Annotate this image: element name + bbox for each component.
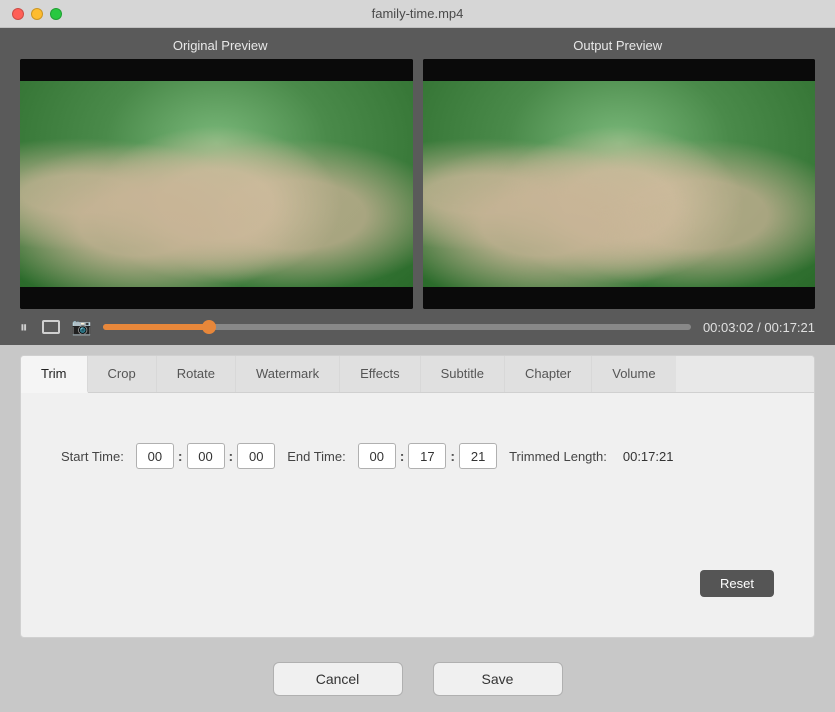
tab-crop[interactable]: Crop [88,356,157,392]
close-button[interactable] [12,8,24,20]
trimmed-length-value: 00:17:21 [623,449,674,464]
progress-bar[interactable] [103,324,691,330]
original-video-content [20,81,413,287]
time-controls: Start Time: : : End Time: : : [61,443,774,469]
tabs-row: Trim Crop Rotate Watermark Effects Subti… [21,356,814,393]
sep1: : [178,448,183,464]
preview-labels: Original Preview Output Preview [20,38,815,59]
tab-effects[interactable]: Effects [340,356,421,392]
progress-thumb[interactable] [202,320,216,334]
controls-bar: ⏸ 📷 00:03:02 / 00:17:21 [0,309,835,345]
family-overlay-out [423,81,816,287]
screenshot-button[interactable]: 📷 [72,317,92,337]
titlebar: family-time.mp4 [0,0,835,28]
output-video-content [423,81,816,287]
reset-row: Reset [61,570,774,607]
pause-button[interactable]: ⏸ [20,319,30,336]
window-title: family-time.mp4 [372,6,464,21]
maximize-button[interactable] [50,8,62,20]
tab-trim[interactable]: Trim [21,356,88,393]
sep3: : [400,448,405,464]
start-sec-input[interactable] [237,443,275,469]
tab-watermark[interactable]: Watermark [236,356,340,392]
output-video-panel [423,59,816,309]
cancel-button[interactable]: Cancel [273,662,403,696]
time-display: 00:03:02 / 00:17:21 [703,320,815,335]
end-time-label: End Time: [287,449,346,464]
end-time-fields: : : [358,443,497,469]
video-bottom-bar-out [423,287,816,309]
trimmed-length-label: Trimmed Length: [509,449,607,464]
tab-subtitle[interactable]: Subtitle [421,356,505,392]
video-top-bar-out [423,59,816,81]
sep2: : [229,448,234,464]
end-min-input[interactable] [408,443,446,469]
preview-videos [20,59,815,309]
start-min-input[interactable] [187,443,225,469]
editor-area: Trim Crop Rotate Watermark Effects Subti… [20,355,815,638]
minimize-button[interactable] [31,8,43,20]
frame-button[interactable] [42,320,60,334]
trim-tab-content: Start Time: : : End Time: : : [21,393,814,637]
reset-button[interactable]: Reset [700,570,774,597]
family-overlay [20,81,413,287]
start-time-label: Start Time: [61,449,124,464]
original-video-panel [20,59,413,309]
progress-fill [103,324,209,330]
start-time-fields: : : [136,443,275,469]
main-container: Original Preview Output Preview [0,28,835,712]
sep4: : [450,448,455,464]
window-controls [12,8,62,20]
end-sec-input[interactable] [459,443,497,469]
original-photo [20,81,413,287]
bottom-buttons: Cancel Save [0,648,835,712]
output-photo [423,81,816,287]
tab-volume[interactable]: Volume [592,356,675,392]
video-top-bar [20,59,413,81]
save-button[interactable]: Save [433,662,563,696]
video-bottom-bar [20,287,413,309]
tab-chapter[interactable]: Chapter [505,356,592,392]
end-hour-input[interactable] [358,443,396,469]
rect-icon [42,320,60,334]
tab-rotate[interactable]: Rotate [157,356,236,392]
preview-area: Original Preview Output Preview [0,28,835,309]
output-preview-label: Output Preview [573,38,662,53]
start-hour-input[interactable] [136,443,174,469]
original-preview-label: Original Preview [173,38,268,53]
